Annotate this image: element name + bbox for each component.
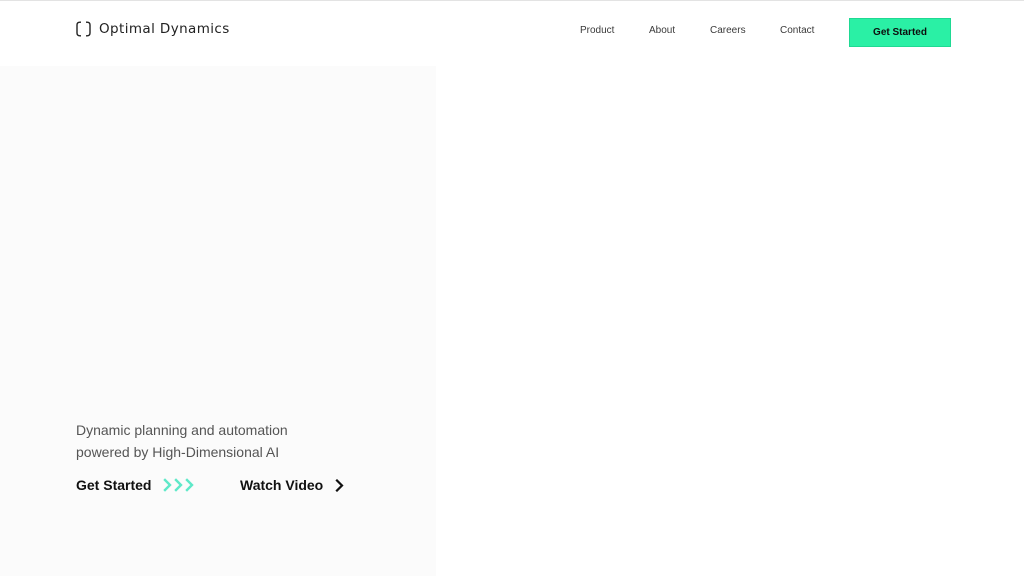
hero-tagline: Dynamic planning and automation powered … xyxy=(76,419,376,463)
nav-link-product[interactable]: Product xyxy=(580,25,614,36)
hero-actions: Get Started Watch Video xyxy=(76,477,376,497)
watch-video-link[interactable]: Watch Video xyxy=(240,477,344,493)
watch-video-label: Watch Video xyxy=(240,477,324,493)
hero-get-started-link[interactable]: Get Started xyxy=(76,477,197,493)
chevron-right-icon xyxy=(335,478,344,492)
hero-tagline-line-2: powered by High-Dimensional AI xyxy=(76,444,280,460)
page: Optimal Dynamics Product About Careers C… xyxy=(0,0,1024,576)
nav-link-careers[interactable]: Careers xyxy=(710,25,746,36)
hero-tagline-line-1: Dynamic planning and automation xyxy=(76,422,288,438)
nav-link-about[interactable]: About xyxy=(649,25,675,36)
hero-panel xyxy=(0,66,436,576)
hero-get-started-label: Get Started xyxy=(76,477,152,493)
header-get-started-button[interactable]: Get Started xyxy=(849,18,951,47)
site-header: Optimal Dynamics Product About Careers C… xyxy=(0,1,1024,65)
triple-chevron-right-icon xyxy=(163,478,195,492)
nav-link-contact[interactable]: Contact xyxy=(780,25,814,36)
